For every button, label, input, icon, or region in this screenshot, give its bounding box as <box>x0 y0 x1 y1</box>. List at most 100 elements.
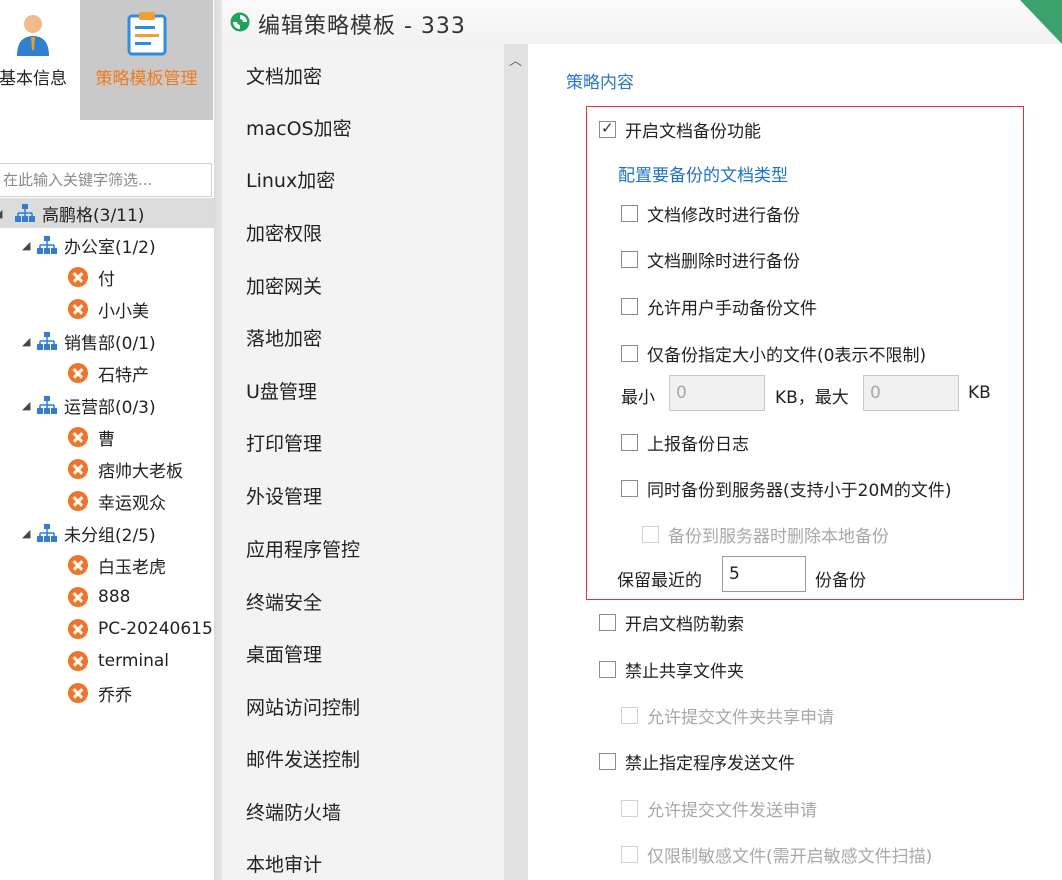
menu-item-peripheral-management[interactable]: 外设管理 <box>246 482 322 509</box>
allow-send-request-checkbox[interactable]: 允许提交文件发送申请 <box>621 796 817 821</box>
tree-group-node[interactable]: ◢ 未分组(2/5) <box>22 518 156 548</box>
tree-leaf-label: 付 <box>98 269 115 290</box>
kb-max-label: KB，最大 <box>775 388 849 408</box>
allow-share-request-checkbox[interactable]: 允许提交文件夹共享申请 <box>621 703 834 728</box>
backup-on-delete-checkbox[interactable]: 文档删除时进行备份 <box>621 247 800 272</box>
max-size-input[interactable] <box>863 375 959 411</box>
menu-item-endpoint-security[interactable]: 终端安全 <box>246 588 322 615</box>
size-limit-label: 仅备份指定大小的文件(0表示不限制) <box>647 346 927 366</box>
menu-item-macos-encrypt[interactable]: macOS加密 <box>246 114 352 141</box>
checkbox[interactable] <box>621 298 638 315</box>
tree-leaf-label: 乔乔 <box>98 685 132 706</box>
sensitive-only-checkbox[interactable]: 仅限制敏感文件(需开启敏感文件扫描) <box>621 842 932 867</box>
org-chart-icon <box>37 332 57 350</box>
allow-share-request-label: 允许提交文件夹共享申请 <box>647 708 834 728</box>
size-limit-checkbox[interactable]: 仅备份指定大小的文件(0表示不限制) <box>621 341 926 366</box>
user-icon <box>17 15 49 56</box>
checkbox[interactable] <box>599 753 616 770</box>
forbid-program-send-checkbox[interactable]: 禁止指定程序发送文件 <box>599 749 795 774</box>
anti-ransom-label: 开启文档防勒索 <box>625 615 744 635</box>
allow-manual-backup-label: 允许用户手动备份文件 <box>647 299 817 319</box>
offline-icon <box>68 267 88 287</box>
allow-manual-backup-checkbox[interactable]: 允许用户手动备份文件 <box>621 294 817 319</box>
checkbox[interactable] <box>621 434 638 451</box>
menu-item-linux-encrypt[interactable]: Linux加密 <box>246 166 335 193</box>
scroll-up-arrow-icon[interactable]: ︿ <box>509 50 522 69</box>
checkbox[interactable] <box>621 345 638 362</box>
menu-item-landing-encrypt[interactable]: 落地加密 <box>246 324 322 351</box>
tree-leaf-node[interactable]: 付 <box>68 262 115 292</box>
checkbox-disabled[interactable] <box>642 526 659 543</box>
menu-item-web-access-control[interactable]: 网站访问控制 <box>246 693 360 720</box>
backup-to-server-checkbox[interactable]: 同时备份到服务器(支持小于20M的文件) <box>621 476 952 501</box>
tree-group-node[interactable]: ◢ 销售部(0/1) <box>22 326 156 356</box>
menu-item-app-control[interactable]: 应用程序管控 <box>246 535 360 562</box>
expand-arrow-icon[interactable]: ◢ <box>22 335 36 348</box>
tree-leaf-label: PC-20240615 <box>98 619 213 639</box>
tree-leaf-node[interactable]: 曹 <box>68 422 115 452</box>
expand-arrow-icon[interactable]: ◢ <box>22 527 36 540</box>
allow-send-request-label: 允许提交文件发送申请 <box>647 801 817 821</box>
tree-group-node[interactable]: ◢ 运营部(0/3) <box>22 390 156 420</box>
offline-icon <box>68 555 88 575</box>
tree-leaf-label: 石特产 <box>98 365 149 386</box>
expand-arrow-icon[interactable]: ◢ <box>0 207 14 220</box>
basic-info-button[interactable]: 基本信息 <box>0 0 80 120</box>
checkbox[interactable] <box>599 661 616 678</box>
tree-leaf-node[interactable]: 小小美 <box>68 294 149 324</box>
checkbox[interactable] <box>621 251 638 268</box>
tree-root-node[interactable]: ◢ 高鹏格(3/11) <box>0 198 214 228</box>
checkbox-disabled[interactable] <box>621 846 638 863</box>
menu-item-local-audit[interactable]: 本地审计 <box>246 850 322 877</box>
tree-leaf-node[interactable]: PC-20240615 <box>68 614 213 644</box>
menu-item-endpoint-firewall[interactable]: 终端防火墙 <box>246 798 341 825</box>
checkbox[interactable] <box>621 480 638 497</box>
menu-item-mail-send-control[interactable]: 邮件发送控制 <box>246 745 360 772</box>
tree-leaf-node[interactable]: 幸运观众 <box>68 486 166 516</box>
tree-leaf-node[interactable]: 痞帅大老板 <box>68 454 183 484</box>
menu-item-encrypt-gateway[interactable]: 加密网关 <box>246 272 322 299</box>
menu-item-desktop-management[interactable]: 桌面管理 <box>246 640 322 667</box>
tree-group-node[interactable]: ◢ 办公室(1/2) <box>22 230 156 260</box>
checkbox[interactable] <box>599 614 616 631</box>
report-backup-log-checkbox[interactable]: 上报备份日志 <box>621 430 749 455</box>
policy-template-button[interactable]: 策略模板管理 <box>80 0 213 120</box>
min-size-label: 最小 <box>621 388 655 408</box>
delete-local-backup-checkbox[interactable]: 备份到服务器时删除本地备份 <box>642 522 889 547</box>
expand-arrow-icon[interactable]: ◢ <box>22 399 36 412</box>
offline-icon <box>68 459 88 479</box>
checkbox-disabled[interactable] <box>621 800 638 817</box>
menu-item-print-management[interactable]: 打印管理 <box>246 429 322 456</box>
policy-template-label: 策略模板管理 <box>95 69 198 89</box>
tree-leaf-node[interactable]: 888 <box>68 582 130 612</box>
config-backup-types-link[interactable]: 配置要备份的文档类型 <box>618 161 788 186</box>
offline-icon <box>68 651 88 671</box>
dialog-title: 编辑策略模板 - 333 <box>258 14 466 39</box>
menu-item-encrypt-permission[interactable]: 加密权限 <box>246 219 322 246</box>
tree-leaf-node[interactable]: terminal <box>68 646 169 676</box>
backup-on-modify-checkbox[interactable]: 文档修改时进行备份 <box>621 201 800 226</box>
expand-arrow-icon[interactable]: ◢ <box>22 239 36 252</box>
dialog-title-bar[interactable]: 编辑策略模板 - 333 <box>222 0 1062 44</box>
offline-icon <box>68 491 88 511</box>
offline-icon <box>68 299 88 319</box>
window-corner-accent <box>1020 0 1062 44</box>
tree-leaf-label: 曹 <box>98 429 115 450</box>
forbid-program-send-label: 禁止指定程序发送文件 <box>625 754 795 774</box>
min-size-input[interactable] <box>669 375 765 411</box>
checkbox[interactable] <box>621 205 638 222</box>
checkbox-disabled[interactable] <box>621 707 638 724</box>
forbid-shared-folder-checkbox[interactable]: 禁止共享文件夹 <box>599 657 744 682</box>
enable-backup-checkbox[interactable]: 开启文档备份功能 <box>599 117 761 142</box>
tree-leaf-node[interactable]: 石特产 <box>68 358 149 388</box>
anti-ransom-checkbox[interactable]: 开启文档防勒索 <box>599 610 744 635</box>
tree-leaf-label: terminal <box>98 651 170 671</box>
keep-recent-count-input[interactable] <box>722 556 806 592</box>
menu-scrollbar[interactable]: ︿ <box>504 44 528 880</box>
tree-filter-input[interactable] <box>0 163 212 197</box>
menu-item-doc-encrypt[interactable]: 文档加密 <box>246 62 322 89</box>
menu-item-usb-management[interactable]: U盘管理 <box>246 377 317 404</box>
tree-leaf-node[interactable]: 白玉老虎 <box>68 550 166 580</box>
tree-leaf-node[interactable]: 乔乔 <box>68 678 132 708</box>
checkbox-checked[interactable] <box>599 119 616 138</box>
